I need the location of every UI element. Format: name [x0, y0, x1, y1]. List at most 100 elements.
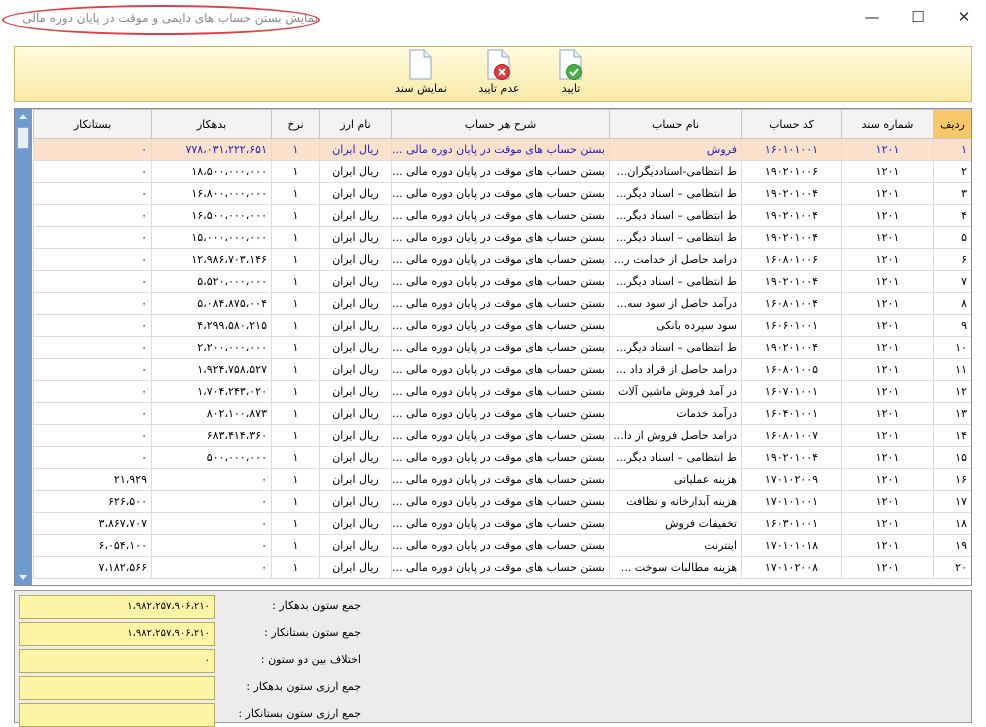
cell-rate[interactable]: ۱ — [271, 182, 320, 205]
header-credit[interactable]: بستانکار — [33, 109, 152, 139]
cell-row-number[interactable]: ۹ — [933, 314, 971, 337]
cell-account-code[interactable]: ۱۶۰۶۰۱۰۰۱ — [741, 314, 842, 337]
cell-description[interactable]: بستن حساب های موقت در پایان دوره مالی ..… — [391, 490, 610, 513]
cell-account-name[interactable]: درامد حاصل از قراد داد ... — [609, 358, 742, 381]
cell-currency[interactable]: ریال ایران — [319, 204, 392, 227]
scroll-up-icon[interactable] — [19, 114, 27, 119]
cell-currency[interactable]: ریال ایران — [319, 534, 392, 557]
cell-credit[interactable]: ۷،۱۸۲،۵۶۶ — [33, 556, 152, 579]
table-row[interactable]: ۶،۰۵۴،۱۰۰ ۰ ۱ ریال ایران بستن حساب های موقت … — [33, 534, 971, 557]
cell-account-code[interactable]: ۱۹۰۲۰۱۰۰۴ — [741, 204, 842, 227]
currency-credit-field[interactable] — [19, 703, 215, 727]
cell-debit[interactable]: ۷۷۸،۰۳۱،۲۲۲،۶۵۱ — [151, 138, 272, 161]
cell-credit[interactable]: ۲۱،۹۲۹ — [33, 468, 152, 491]
cell-description[interactable]: بستن حساب های موقت در پایان دوره مالی ..… — [391, 424, 610, 447]
cell-description[interactable]: بستن حساب های موقت در پایان دوره مالی ..… — [391, 292, 610, 315]
cell-currency[interactable]: ریال ایران — [319, 160, 392, 183]
cell-credit[interactable]: ۰ — [33, 182, 152, 205]
cell-row-number[interactable]: ۸ — [933, 292, 971, 315]
vertical-scrollbar[interactable] — [15, 109, 32, 585]
header-account-code[interactable]: کد حساب — [741, 109, 842, 139]
cell-doc-number[interactable]: ۱۲۰۱ — [841, 248, 934, 271]
table-row[interactable]: ۰ ۷۷۸،۰۳۱،۲۲۲،۶۵۱ ۱ ریال ایران بستن حساب های… — [33, 138, 971, 161]
cell-account-code[interactable]: ۱۶۰۷۰۱۰۰۱ — [741, 380, 842, 403]
cell-account-code[interactable]: ۱۹۰۲۰۱۰۰۴ — [741, 446, 842, 469]
credit-total-field[interactable]: ۱،۹۸۲،۲۵۷،۹۰۶،۲۱۰ — [19, 622, 215, 646]
cell-account-code[interactable]: ۱۷۰۱۰۱۰۰۱ — [741, 490, 842, 513]
cell-doc-number[interactable]: ۱۲۰۱ — [841, 182, 934, 205]
cell-rate[interactable]: ۱ — [271, 248, 320, 271]
cell-row-number[interactable]: ۱۲ — [933, 380, 971, 403]
cell-account-code[interactable]: ۱۶۰۱۰۱۰۰۱ — [741, 138, 842, 161]
cell-rate[interactable]: ۱ — [271, 446, 320, 469]
header-description[interactable]: شرح هر حساب — [391, 109, 610, 139]
cell-row-number[interactable]: ۳ — [933, 182, 971, 205]
cell-account-code[interactable]: ۱۹۰۲۰۱۰۰۴ — [741, 182, 842, 205]
cell-doc-number[interactable]: ۱۲۰۱ — [841, 358, 934, 381]
table-row[interactable]: ۰ ۴،۲۹۹،۵۸۰،۲۱۵ ۱ ریال ایران بستن حساب های م… — [33, 314, 971, 337]
cell-currency[interactable]: ریال ایران — [319, 468, 392, 491]
cell-credit[interactable]: ۰ — [33, 424, 152, 447]
cell-description[interactable]: بستن حساب های موقت در پایان دوره مالی ..… — [391, 182, 610, 205]
cell-doc-number[interactable]: ۱۲۰۱ — [841, 380, 934, 403]
cell-description[interactable]: بستن حساب های موقت در پایان دوره مالی ..… — [391, 160, 610, 183]
cell-account-name[interactable]: درامد حاصل فروش از دا... — [609, 424, 742, 447]
cell-description[interactable]: بستن حساب های موقت در پایان دوره مالی ..… — [391, 204, 610, 227]
cell-credit[interactable]: ۳،۸۶۷،۷۰۷ — [33, 512, 152, 535]
cell-currency[interactable]: ریال ایران — [319, 226, 392, 249]
table-row[interactable]: ۶۲۶،۵۰۰ ۰ ۱ ریال ایران بستن حساب های موقت در… — [33, 490, 971, 513]
header-row-number[interactable]: ردیف — [933, 109, 971, 139]
cell-credit[interactable]: ۰ — [33, 314, 152, 337]
debit-total-field[interactable]: ۱،۹۸۲،۲۵۷،۹۰۶،۲۱۰ — [19, 595, 215, 619]
cell-description[interactable]: بستن حساب های موقت در پایان دوره مالی ..… — [391, 314, 610, 337]
cell-account-code[interactable]: ۱۶۰۸۰۱۰۰۴ — [741, 292, 842, 315]
cell-rate[interactable]: ۱ — [271, 160, 320, 183]
cell-row-number[interactable]: ۴ — [933, 204, 971, 227]
show-document-button[interactable]: نمایش سند — [389, 49, 453, 95]
table-row[interactable]: ۰ ۶۸۳،۴۱۴،۳۶۰ ۱ ریال ایران بستن حساب های موق… — [33, 424, 971, 447]
cell-account-name[interactable]: درامد حاصل از خدامت ر... — [609, 248, 742, 271]
table-row[interactable]: ۰ ۲،۲۰۰،۰۰۰،۰۰۰ ۱ ریال ایران بستن حساب های م… — [33, 336, 971, 359]
cell-doc-number[interactable]: ۱۲۰۱ — [841, 512, 934, 535]
table-row[interactable]: ۰ ۱۶،۵۰۰،۰۰۰،۰۰۰ ۱ ریال ایران بستن حساب های … — [33, 204, 971, 227]
scrollbar-thumb[interactable] — [17, 127, 29, 149]
cell-currency[interactable]: ریال ایران — [319, 292, 392, 315]
cell-account-name[interactable]: ط انتظامی – اسناد دیگر... — [609, 270, 742, 293]
cell-account-code[interactable]: ۱۹۰۲۰۱۰۰۴ — [741, 270, 842, 293]
cell-account-name[interactable]: ط انتظامی – اسناد دیگر... — [609, 226, 742, 249]
cell-account-name[interactable]: ط انتظامی-اسناددیگران... — [609, 160, 742, 183]
header-rate[interactable]: نرخ — [271, 109, 320, 139]
cell-currency[interactable]: ریال ایران — [319, 182, 392, 205]
cell-description[interactable]: بستن حساب های موقت در پایان دوره مالی ..… — [391, 402, 610, 425]
cell-account-name[interactable]: اینترنت — [609, 534, 742, 557]
cell-credit[interactable]: ۶۲۶،۵۰۰ — [33, 490, 152, 513]
cell-rate[interactable]: ۱ — [271, 424, 320, 447]
cell-rate[interactable]: ۱ — [271, 226, 320, 249]
cell-row-number[interactable]: ۲۰ — [933, 556, 971, 579]
cell-account-code[interactable]: ۱۹۰۲۰۱۰۰۴ — [741, 226, 842, 249]
cell-currency[interactable]: ریال ایران — [319, 512, 392, 535]
cell-debit[interactable]: ۱،۹۲۴،۷۵۸،۵۲۷ — [151, 358, 272, 381]
cell-account-name[interactable]: هزینه مطالبات سوخت ... — [609, 556, 742, 579]
cell-currency[interactable]: ریال ایران — [319, 446, 392, 469]
cell-credit[interactable]: ۰ — [33, 446, 152, 469]
cell-credit[interactable]: ۰ — [33, 138, 152, 161]
table-row[interactable]: ۰ ۵۰۰،۰۰۰،۰۰۰ ۱ ریال ایران بستن حساب های موق… — [33, 446, 971, 469]
cell-credit[interactable]: ۰ — [33, 270, 152, 293]
cell-currency[interactable]: ریال ایران — [319, 336, 392, 359]
cell-doc-number[interactable]: ۱۲۰۱ — [841, 468, 934, 491]
cell-currency[interactable]: ریال ایران — [319, 490, 392, 513]
table-row[interactable]: ۳،۸۶۷،۷۰۷ ۰ ۱ ریال ایران بستن حساب های موقت … — [33, 512, 971, 535]
cell-account-name[interactable]: سود سپرده بانکی — [609, 314, 742, 337]
cell-credit[interactable]: ۰ — [33, 402, 152, 425]
cell-row-number[interactable]: ۵ — [933, 226, 971, 249]
cell-description[interactable]: بستن حساب های موقت در پایان دوره مالی ..… — [391, 556, 610, 579]
cell-doc-number[interactable]: ۱۲۰۱ — [841, 336, 934, 359]
cell-rate[interactable]: ۱ — [271, 490, 320, 513]
cell-row-number[interactable]: ۷ — [933, 270, 971, 293]
cell-doc-number[interactable]: ۱۲۰۱ — [841, 534, 934, 557]
cell-debit[interactable]: ۰ — [151, 468, 272, 491]
cell-description[interactable]: بستن حساب های موقت در پایان دوره مالی ..… — [391, 270, 610, 293]
table-row[interactable]: ۰ ۵،۰۸۴،۸۷۵،۰۰۴ ۱ ریال ایران بستن حساب های م… — [33, 292, 971, 315]
cell-account-name[interactable]: ط انتظامی – اسناد دیگر... — [609, 204, 742, 227]
